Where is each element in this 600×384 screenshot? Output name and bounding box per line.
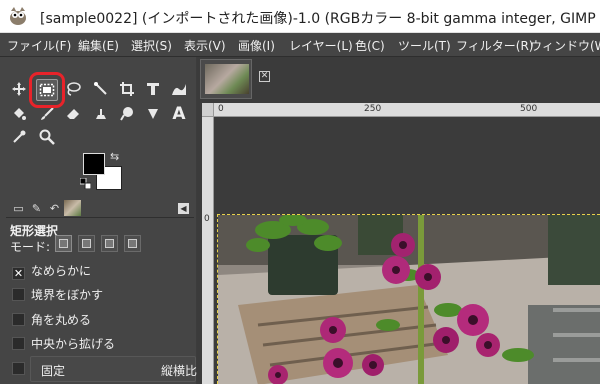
tool-options-tab-icon[interactable]: ▭: [10, 200, 27, 216]
fixed-dropdown[interactable]: 固定 縦横比: [30, 356, 198, 382]
feather-checkbox[interactable]: [12, 288, 25, 301]
ruler-corner-menu[interactable]: [202, 103, 214, 117]
option-feather-label: 境界をぼかす: [31, 288, 104, 302]
expand-from-center-checkbox[interactable]: [12, 337, 25, 350]
menu-layer[interactable]: レイヤー(L): [289, 37, 353, 54]
mode-intersect-button[interactable]: [124, 235, 141, 252]
fuzzy-select-icon[interactable]: [90, 78, 112, 100]
image-thumbnail: [205, 64, 249, 94]
ruler-label-500: 500: [520, 104, 538, 114]
menu-filters[interactable]: フィルター(R): [456, 37, 533, 54]
smudge-icon[interactable]: [116, 103, 138, 125]
tool-highlight-frame: [29, 72, 65, 108]
ruler-v-label-0: 0: [204, 214, 210, 224]
move-icon[interactable]: [8, 78, 30, 100]
dock-tab-bar: ▭ ✎ ↶: [6, 198, 194, 218]
option-fixed[interactable]: [12, 362, 31, 376]
antialias-checkbox[interactable]: ✕: [12, 267, 25, 280]
ruler-label-250: 250: [364, 104, 382, 114]
image-tab[interactable]: [200, 59, 252, 99]
warp-transform-icon[interactable]: [168, 78, 190, 100]
menu-bar: ファイル(F) 編集(E) 選択(S) 表示(V) 画像(I) レイヤー(L) …: [0, 33, 600, 57]
free-select-icon[interactable]: [62, 78, 84, 100]
dodge-burn-icon[interactable]: [142, 103, 164, 125]
option-rounded-corners-label: 角を丸める: [31, 313, 92, 327]
menu-file[interactable]: ファイル(F): [7, 37, 71, 54]
option-antialias-label: なめらかに: [31, 264, 92, 278]
text-icon[interactable]: A: [168, 103, 190, 125]
flower-photo: [218, 215, 600, 384]
image-canvas[interactable]: [217, 214, 600, 384]
foreground-color-swatch[interactable]: [83, 153, 105, 175]
option-expand-from-center-label: 中央から拡げる: [31, 337, 116, 351]
menu-colors[interactable]: 色(C): [355, 37, 385, 54]
fixed-value: 縦横比: [161, 364, 198, 378]
unified-transform-icon[interactable]: [142, 78, 164, 100]
mode-replace-button[interactable]: [55, 235, 72, 252]
undo-history-tab-icon[interactable]: ↶: [46, 200, 63, 216]
dock-menu-icon[interactable]: ◀: [178, 203, 189, 214]
swap-colors-icon[interactable]: ⇆: [110, 150, 119, 163]
clone-icon[interactable]: [90, 103, 112, 125]
fixed-label: 固定: [41, 364, 66, 378]
fixed-checkbox[interactable]: [12, 362, 25, 375]
mode-add-button[interactable]: [78, 235, 95, 252]
option-rounded-corners[interactable]: 角を丸める: [12, 311, 91, 328]
menu-image[interactable]: 画像(I): [238, 37, 275, 54]
menu-view[interactable]: 表示(V): [184, 37, 226, 54]
zoom-icon[interactable]: [36, 126, 58, 148]
device-status-tab-icon[interactable]: ✎: [28, 200, 45, 216]
option-antialias[interactable]: ✕ なめらかに: [12, 262, 91, 280]
gimp-app-icon: [10, 7, 26, 25]
menu-select[interactable]: 選択(S): [131, 37, 172, 54]
images-tab-icon[interactable]: [64, 200, 81, 216]
bucket-fill-icon[interactable]: [8, 103, 30, 125]
option-feather[interactable]: 境界をぼかす: [12, 286, 103, 303]
menu-edit[interactable]: 編集(E): [78, 37, 119, 54]
horizontal-ruler[interactable]: 0 250 500: [214, 103, 600, 117]
menu-windows[interactable]: ウィンドウ(W): [530, 37, 600, 54]
eraser-icon[interactable]: [62, 103, 84, 125]
reset-colors-icon[interactable]: [80, 178, 91, 189]
mode-subtract-button[interactable]: [101, 235, 118, 252]
rounded-corners-checkbox[interactable]: [12, 313, 25, 326]
mode-label: モード:: [10, 240, 51, 254]
title-bar: [sample0022] (インポートされた画像)-1.0 (RGBカラー 8-…: [0, 0, 600, 33]
option-expand-from-center[interactable]: 中央から拡げる: [12, 335, 115, 352]
close-tab-icon[interactable]: ✕: [259, 71, 270, 82]
ruler-label-0: 0: [218, 104, 224, 114]
tool-options-title: 矩形選択: [10, 224, 59, 238]
vertical-ruler[interactable]: 0: [202, 117, 214, 384]
window-title: [sample0022] (インポートされた画像)-1.0 (RGBカラー 8-…: [40, 11, 600, 27]
crop-icon[interactable]: [116, 78, 138, 100]
menu-tools[interactable]: ツール(T): [398, 37, 451, 54]
color-picker-icon[interactable]: [8, 126, 30, 148]
